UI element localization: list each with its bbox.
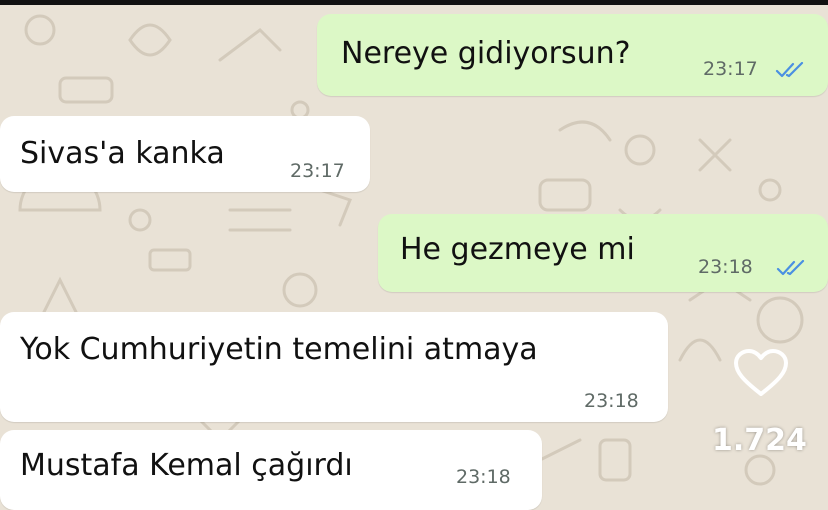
message-text: Sivas'a kanka (20, 136, 225, 171)
double-check-icon (775, 62, 804, 78)
double-check-icon (776, 260, 805, 276)
status-bar-edge (0, 0, 828, 5)
heart-icon[interactable] (733, 348, 789, 398)
incoming-message-bubble[interactable]: Sivas'a kanka 23:17 (0, 116, 370, 192)
message-text: Mustafa Kemal çağırdı (20, 448, 353, 483)
message-text: Yok Cumhuriyetin temelini atmaya (20, 332, 538, 367)
outgoing-message-bubble[interactable]: Nereye gidiyorsun? 23:17 (317, 14, 828, 96)
like-count: 1.724 (712, 423, 807, 458)
message-time: 23:18 (698, 256, 753, 278)
incoming-message-bubble[interactable]: Yok Cumhuriyetin temelini atmaya 23:18 (0, 312, 668, 422)
message-time: 23:18 (584, 390, 639, 412)
message-text: He gezmeye mi (400, 232, 635, 267)
message-time: 23:18 (456, 466, 511, 488)
message-text: Nereye gidiyorsun? (341, 36, 631, 71)
message-time: 23:17 (290, 160, 345, 182)
incoming-message-bubble[interactable]: Mustafa Kemal çağırdı 23:18 (0, 430, 542, 510)
message-time: 23:17 (703, 58, 758, 80)
outgoing-message-bubble[interactable]: He gezmeye mi 23:18 (378, 214, 828, 292)
